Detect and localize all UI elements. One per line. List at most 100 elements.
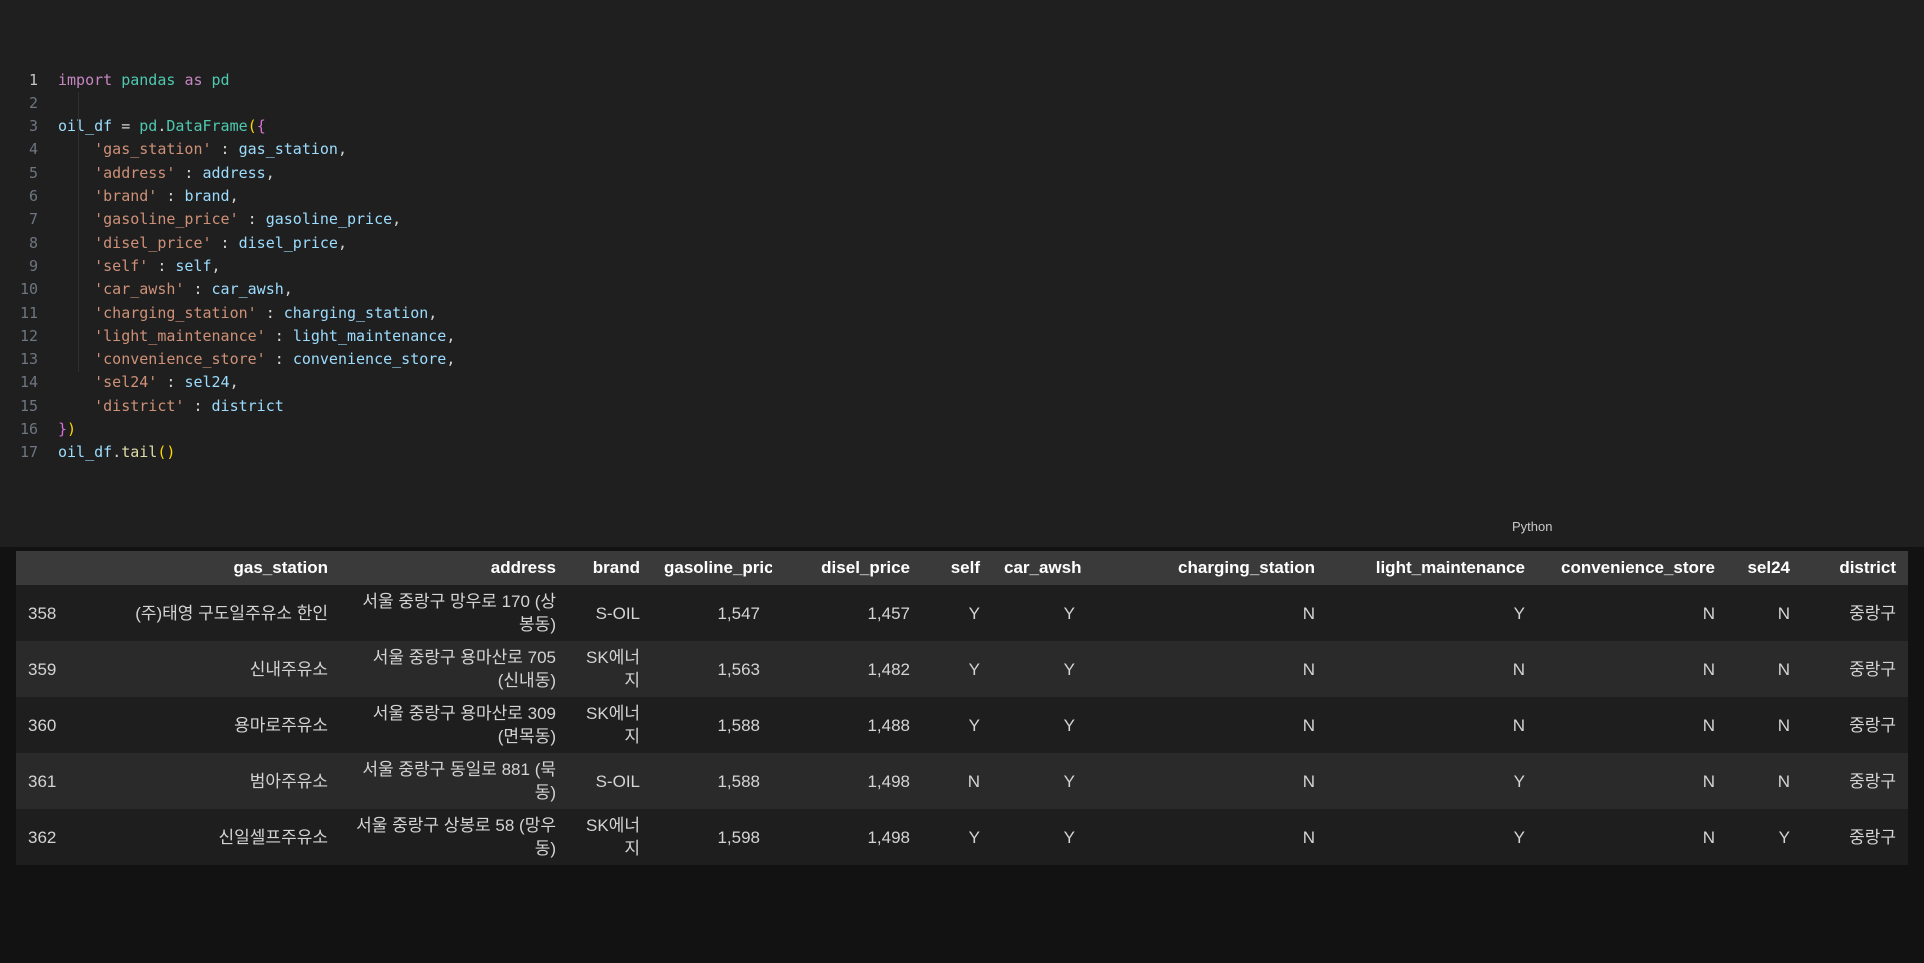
line-number: 9 — [28, 256, 38, 275]
column-header-car_awsh: car_awsh — [992, 551, 1087, 586]
cell-address: 서울 중랑구 용마산로 705 (신내동) — [372, 648, 556, 691]
code-text: 'sel24' : sel24, — [94, 373, 239, 392]
cell-charging_station: N — [1302, 603, 1315, 623]
cell-brand: S-OIL — [595, 603, 640, 623]
cell-sel24: Y — [1778, 827, 1790, 847]
line-number: 11 — [19, 303, 38, 322]
language-picker-label[interactable]: Python — [1512, 519, 1552, 534]
code-text: 'charging_station' : charging_station, — [94, 303, 438, 322]
cell-brand: S-OIL — [595, 771, 640, 791]
line-number: 8 — [28, 233, 38, 252]
cell-gasoline_price: 1,588 — [717, 715, 760, 735]
line-number: 15 — [19, 396, 38, 415]
code-line[interactable]: 4 'gas_station' : gas_station, — [0, 138, 1924, 161]
code-line[interactable]: 12 'light_maintenance' : light_maintenan… — [0, 325, 1924, 348]
cell-charging_station: N — [1302, 659, 1315, 679]
cell-gasoline_price: 1,563 — [717, 659, 760, 679]
code-text: import pandas as pd — [58, 70, 230, 89]
code-text: oil_df = pd.DataFrame({ — [58, 117, 266, 136]
code-lines: 1 import pandas as pd 2 3 oil_df = pd.DataFr… — [0, 69, 1924, 465]
code-line[interactable]: 13 'convenience_store' : convenience_sto… — [0, 348, 1924, 371]
cell-self: Y — [968, 659, 980, 679]
cell-disel_price: 1,482 — [867, 659, 910, 679]
code-text: 'light_maintenance' : light_maintenance, — [94, 326, 456, 345]
code-line[interactable]: 8 'disel_price' : disel_price, — [0, 232, 1924, 255]
code-line[interactable]: 10 'car_awsh' : car_awsh, — [0, 278, 1924, 301]
cell-gas_station: 신일셀프주유소 — [218, 827, 328, 847]
code-line[interactable]: 14 'sel24' : sel24, — [0, 371, 1924, 394]
cell-district: 중랑구 — [1849, 827, 1896, 847]
notebook-cell: 1 import pandas as pd 2 3 oil_df = pd.DataFr… — [0, 0, 1924, 548]
code-line[interactable]: 16}) — [0, 418, 1924, 441]
code-text: 'gas_station' : gas_station, — [94, 140, 347, 159]
cell-gas_station: 용마로주유소 — [234, 715, 328, 735]
line-number: 2 — [28, 93, 38, 112]
cell-convenience_store: N — [1702, 827, 1715, 847]
table-row: 360 용마로주유소 서울 중랑구 용마산로 309 (면목동) SK에너지 1,588… — [16, 697, 1908, 754]
column-header-district: district — [1802, 551, 1908, 586]
cell-light_maintenance: Y — [1513, 771, 1525, 791]
code-line[interactable]: 6 'brand' : brand, — [0, 185, 1924, 208]
cell-sel24: N — [1777, 715, 1790, 735]
column-header-disel_price: disel_price — [772, 551, 922, 586]
cell-index: 362 — [28, 827, 57, 847]
cell-light_maintenance: N — [1512, 659, 1525, 679]
code-text: }) — [58, 420, 77, 439]
code-line[interactable]: 9 'self' : self, — [0, 255, 1924, 278]
cell-index: 360 — [28, 715, 57, 735]
code-line[interactable]: 2 — [0, 92, 1924, 115]
line-number: 14 — [19, 373, 38, 392]
cell-gas_station: 범아주유소 — [249, 771, 328, 791]
cell-status-bar: Python — [0, 517, 1924, 537]
cell-convenience_store: N — [1702, 771, 1715, 791]
column-header-index — [16, 551, 72, 586]
cell-self: Y — [968, 827, 980, 847]
code-line[interactable]: 17 oil_df.tail() — [0, 441, 1924, 464]
line-number: 3 — [28, 117, 38, 136]
code-text: 'district' : district — [94, 396, 284, 415]
column-header-gasoline_price: gasoline_price — [652, 551, 772, 586]
cell-gasoline_price: 1,547 — [717, 603, 760, 623]
line-number: 7 — [28, 210, 38, 229]
code-line[interactable]: 7 'gasoline_price' : gasoline_price, — [0, 208, 1924, 231]
cell-car_awsh: Y — [1063, 771, 1075, 791]
cell-disel_price: 1,498 — [867, 771, 910, 791]
cell-light_maintenance: N — [1512, 715, 1525, 735]
code-line[interactable]: 15 'district' : district — [0, 395, 1924, 418]
code-text: 'brand' : brand, — [94, 187, 239, 206]
column-header-sel24: sel24 — [1727, 551, 1802, 586]
cell-district: 중랑구 — [1849, 603, 1896, 623]
code-line[interactable]: 1 import pandas as pd — [0, 69, 1924, 92]
column-header-address: address — [340, 551, 568, 586]
code-text: 'self' : self, — [94, 256, 221, 275]
cell-charging_station: N — [1302, 715, 1315, 735]
line-number: 4 — [28, 140, 38, 159]
cell-charging_station: N — [1302, 771, 1315, 791]
table-body: 358 (주)태영 구도일주유소 한인 서울 중랑구 망우로 170 (상봉동) S-… — [16, 585, 1908, 866]
cell-disel_price: 1,457 — [867, 603, 910, 623]
cell-gasoline_price: 1,588 — [717, 771, 760, 791]
table-header-row: gas_station address brand gasoline_price dis… — [16, 551, 1908, 586]
code-editor: 1 import pandas as pd 2 3 oil_df = pd.DataFr… — [0, 22, 1924, 511]
code-line[interactable]: 5 'address' : address, — [0, 162, 1924, 185]
cell-index: 361 — [28, 771, 57, 791]
cell-self: N — [967, 771, 980, 791]
cell-sel24: N — [1777, 771, 1790, 791]
cell-self: Y — [968, 603, 980, 623]
line-number: 13 — [19, 350, 38, 369]
code-line[interactable]: 3 oil_df = pd.DataFrame({ — [0, 115, 1924, 138]
code-text: 'address' : address, — [94, 163, 275, 182]
code-line[interactable]: 11 'charging_station' : charging_station… — [0, 302, 1924, 325]
cell-car_awsh: Y — [1063, 603, 1075, 623]
cell-address: 서울 중랑구 동일로 881 (묵동) — [362, 760, 556, 803]
indent-guide — [78, 92, 79, 372]
cell-charging_station: N — [1302, 827, 1315, 847]
cell-address: 서울 중랑구 용마산로 309 (면목동) — [372, 704, 556, 747]
cell-car_awsh: Y — [1063, 659, 1075, 679]
code-text: 'car_awsh' : car_awsh, — [94, 280, 293, 299]
table-row: 358 (주)태영 구도일주유소 한인 서울 중랑구 망우로 170 (상봉동) S-… — [16, 585, 1908, 642]
cell-disel_price: 1,498 — [867, 827, 910, 847]
cell-district: 중랑구 — [1849, 715, 1896, 735]
cell-convenience_store: N — [1702, 715, 1715, 735]
cell-gas_station: 신내주유소 — [249, 659, 328, 679]
